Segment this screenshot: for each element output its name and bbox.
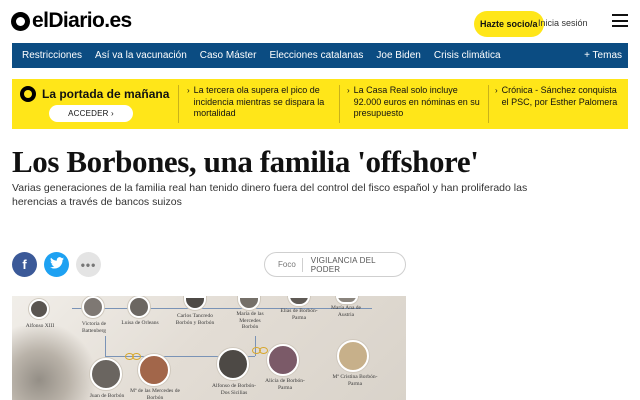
menu-bar (612, 19, 628, 22)
chevron-right-icon: › (187, 86, 190, 95)
more-share-button[interactable]: ••• (76, 252, 101, 277)
portrait-mercedes-b (138, 354, 170, 386)
promo-access-button[interactable]: ACCEDER › (49, 105, 133, 122)
topics-nav: Restricciones Así va la vacunación Caso … (12, 43, 628, 68)
person-label: Carlos Tancredo Borbón y Borbón (175, 313, 215, 326)
nav-item-joe-biden[interactable]: Joe Biden (376, 50, 420, 61)
facebook-share-button[interactable]: f (12, 252, 37, 277)
wedding-ring-icon (259, 347, 268, 354)
menu-icon[interactable] (612, 14, 628, 27)
twitter-share-button[interactable] (44, 252, 69, 277)
tree-connector (105, 336, 106, 356)
promo-title: La portada de mañana (42, 87, 170, 101)
person-label: Mª de las Mercedes de Borbón (130, 388, 180, 400)
person-label: Juan de Borbón (89, 393, 125, 399)
wedding-ring-icon (132, 353, 141, 360)
nav-item-caso-master[interactable]: Caso Máster (200, 50, 257, 61)
tag-topic: VIGILANCIA DEL PODER (310, 255, 376, 274)
article-headline: Los Borbones, una familia 'offshore' (12, 144, 479, 179)
person-label: Alfonso de Borbón-Dos Sicilias (212, 383, 256, 396)
menu-bar (612, 25, 628, 27)
portrait-alfonso-xiii (29, 299, 49, 319)
site-logo[interactable]: elDiario.es (11, 9, 132, 33)
person-label: Alicia de Borbón-Parma (265, 378, 305, 391)
person-label: Luisa de Orleans (121, 320, 159, 326)
facebook-icon: f (22, 257, 27, 272)
promo-story-link[interactable]: › La Casa Real solo incluye 92.000 euros… (347, 85, 487, 120)
promo-story-text: La tercera ola supera el pico de inciden… (193, 85, 325, 118)
portrait-alicia (267, 344, 299, 376)
promo-divider (488, 85, 489, 123)
nav-item-elecciones[interactable]: Elecciones catalanas (269, 50, 363, 61)
chevron-right-icon: › (347, 86, 350, 95)
nav-item-restricciones[interactable]: Restricciones (22, 50, 82, 61)
subscribe-button[interactable]: Hazte socio/a (474, 11, 544, 37)
chevron-right-icon: › (495, 86, 498, 95)
logo-text: elDiario.es (32, 9, 132, 32)
promo-story-text: La Casa Real solo incluye 92.000 euros e… (353, 85, 480, 118)
menu-bar (612, 14, 628, 16)
promo-divider (339, 85, 340, 123)
portrait-alfonso-dos-sicilias (217, 348, 249, 380)
cover-logo-icon (20, 86, 36, 102)
nav-more-topics[interactable]: + Temas (584, 50, 622, 61)
promo-story-link[interactable]: › Crónica - Sánchez conquista el PSC, po… (495, 85, 625, 108)
person-label: Victoria de Battenberg (81, 321, 107, 334)
person-label: Mª Cristina Borbón-Parma (332, 374, 378, 387)
login-link[interactable]: Inicia sesión (538, 18, 588, 28)
portrait-juan (90, 358, 122, 390)
hero-photo-shadow (12, 326, 102, 400)
article-standfirst: Varias generaciones de la familia real h… (12, 182, 528, 208)
nav-item-vacunacion[interactable]: Así va la vacunación (95, 50, 187, 61)
person-label: Elías de Borbón-Parma (280, 308, 318, 321)
nav-item-crisis-climatica[interactable]: Crisis climática (434, 50, 501, 61)
person-label: María Ana de Austria (331, 305, 361, 318)
promo-divider (178, 85, 179, 123)
more-dots-icon: ••• (80, 257, 97, 272)
tag-prefix: Foco (278, 260, 296, 269)
promo-story-text: Crónica - Sánchez conquista el PSC, por … (501, 85, 618, 107)
portrait-luisa (128, 296, 150, 318)
portrait-victoria (82, 296, 104, 318)
site-header: elDiario.es Hazte socio/a Inicia sesión (0, 0, 640, 42)
promo-story-link[interactable]: › La tercera ola supera el pico de incid… (187, 85, 337, 120)
tomorrow-cover-banner: La portada de mañana ACCEDER › › La terc… (12, 79, 628, 129)
person-label: María de las Mercedes Borbón (236, 311, 264, 330)
tag-divider (301, 257, 303, 272)
topic-tag[interactable]: Foco VIGILANCIA DEL PODER (264, 252, 406, 277)
logo-mark-icon (11, 11, 30, 31)
twitter-icon (49, 257, 64, 272)
article-hero-image: Alfonso XIII Victoria de Battenberg Luis… (12, 296, 406, 400)
person-label: Alfonso XIII (25, 323, 55, 329)
portrait-cristina (337, 340, 369, 372)
